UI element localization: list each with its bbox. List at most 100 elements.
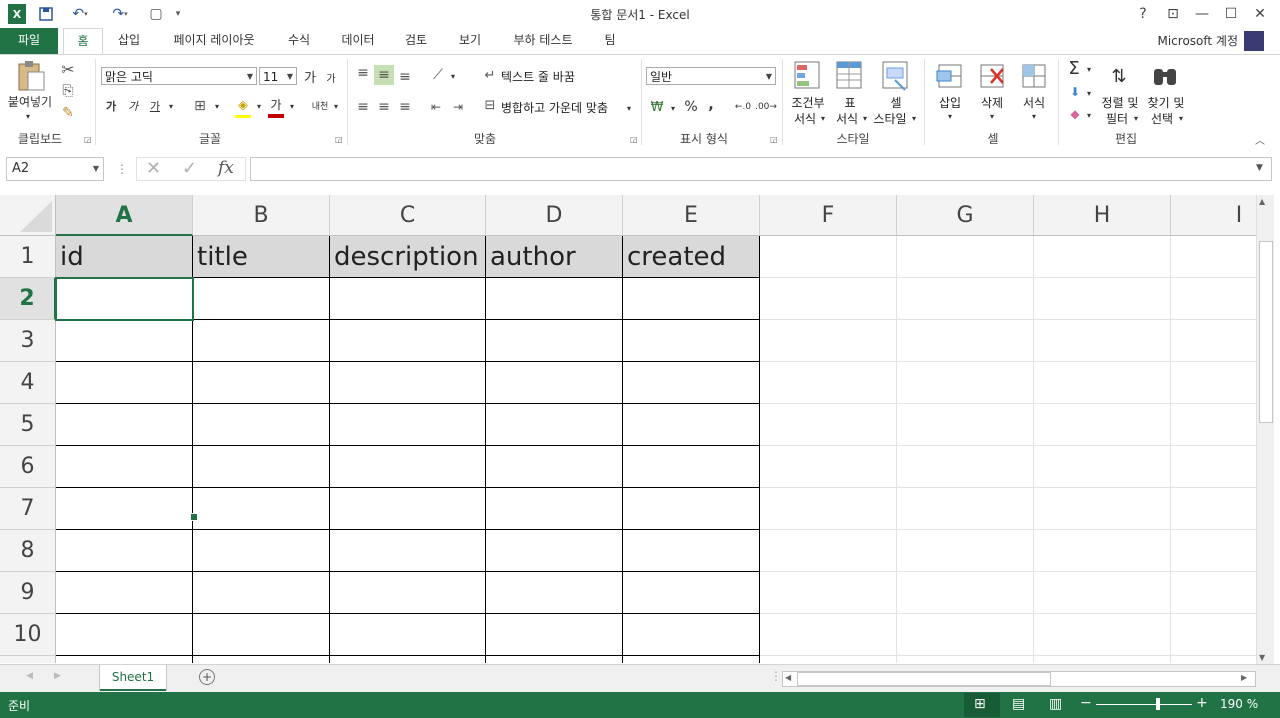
cell-b5[interactable] [193,404,330,446]
cell-g4[interactable] [897,362,1034,404]
conditional-format-label-2[interactable]: 서식 [788,110,822,127]
cell-partial[interactable] [193,656,330,663]
cell-f10[interactable] [760,614,897,656]
cell-d10[interactable] [486,614,623,656]
cell-partial[interactable] [486,656,623,663]
cell-g3[interactable] [897,320,1034,362]
cell-f8[interactable] [760,530,897,572]
delete-cells-button[interactable]: 삭제 [976,94,1008,111]
clear-icon[interactable]: ◆ [1066,105,1084,123]
cell-partial[interactable] [56,656,193,663]
scroll-down-icon[interactable]: ▼ [1259,653,1265,662]
cell-e5[interactable] [623,404,760,446]
cell-i3[interactable] [1171,320,1256,362]
underline-button[interactable]: 가 [147,97,163,115]
fill-dropdown-icon[interactable]: ▾ [1084,87,1094,99]
align-right-icon[interactable]: ≡ [395,97,415,117]
fill-icon[interactable]: ⬇ [1066,83,1084,101]
tab-load-test[interactable]: 부하 테스트 [502,28,584,54]
decrease-indent-icon[interactable]: ⇤ [426,97,446,117]
row-header-8[interactable]: 8 [0,530,56,572]
cell-h7[interactable] [1034,488,1171,530]
cell-a2[interactable] [56,278,193,320]
merge-center-button[interactable]: 병합하고 가운데 맞춤 [501,99,608,116]
tab-split-icon[interactable]: ⋮ [770,669,782,683]
column-header-d[interactable]: D [486,195,623,236]
collapse-ribbon-icon[interactable]: ︿ [1252,133,1268,147]
scroll-left-icon[interactable]: ◀ [785,673,791,682]
cell-d1[interactable]: author [486,236,623,278]
cell-partial[interactable] [1034,656,1171,663]
cell-c2[interactable] [330,278,486,320]
cell-b10[interactable] [193,614,330,656]
cell-h10[interactable] [1034,614,1171,656]
minimize-button[interactable]: — [1191,4,1213,24]
cell-h8[interactable] [1034,530,1171,572]
row-header-2[interactable]: 2 [0,278,56,320]
cell-b7[interactable] [193,488,330,530]
cell-i10[interactable] [1171,614,1256,656]
cell-h5[interactable] [1034,404,1171,446]
cell-partial[interactable] [1171,656,1256,663]
cell-d6[interactable] [486,446,623,488]
number-launcher-icon[interactable]: ◲ [770,135,778,144]
spreadsheet-grid[interactable]: ABCDEFGHI 1 2 3 4 5 6 7 8 9 10 id title description… [0,195,1256,663]
sort-filter-dropdown-icon[interactable]: ▾ [1131,112,1141,124]
tab-review[interactable]: 검토 [396,28,436,54]
normal-view-icon[interactable]: ⊞ [974,696,986,712]
help-button[interactable]: ? [1132,4,1154,24]
row-header-4[interactable]: 4 [0,362,56,404]
cell-h2[interactable] [1034,278,1171,320]
insert-cells-button[interactable]: 삽입 [934,94,966,111]
sort-filter-label-2[interactable]: 필터 [1100,110,1134,127]
cell-b9[interactable] [193,572,330,614]
cell-g5[interactable] [897,404,1034,446]
cell-e9[interactable] [623,572,760,614]
cell-a9[interactable] [56,572,193,614]
borders-dropdown-icon[interactable]: ▾ [212,99,222,113]
orientation-icon[interactable]: ⟋ [428,65,448,85]
conditional-format-label-1[interactable]: 조건부 [788,94,828,111]
cell-e4[interactable] [623,362,760,404]
cell-d9[interactable] [486,572,623,614]
italic-button[interactable]: 가 [125,97,141,115]
tab-formulas[interactable]: 수식 [280,28,318,54]
comma-style-button[interactable]: , [704,95,718,115]
cell-e10[interactable] [623,614,760,656]
cell-b4[interactable] [193,362,330,404]
format-as-table-icon[interactable] [834,59,866,93]
column-header-h[interactable]: H [1034,195,1171,236]
ribbon-display-options-button[interactable]: ⊡ [1162,4,1184,24]
underline-dropdown-icon[interactable]: ▾ [166,99,176,113]
next-sheet-icon[interactable]: ▶ [54,671,61,681]
font-launcher-icon[interactable]: ◲ [335,135,343,144]
cell-i4[interactable] [1171,362,1256,404]
row-header-10[interactable]: 10 [0,614,56,656]
row-header-3[interactable]: 3 [0,320,56,362]
cell-a1[interactable]: id [56,236,193,278]
cell-g2[interactable] [897,278,1034,320]
percent-style-button[interactable]: % [682,97,700,117]
delete-cells-icon[interactable] [976,59,1008,93]
column-header-i[interactable]: I [1171,195,1256,236]
cell-f1[interactable] [760,236,897,278]
tab-team[interactable]: 팀 [598,28,622,54]
find-select-label-2[interactable]: 선택 [1144,110,1180,127]
paste-icon[interactable] [14,59,48,93]
font-name-combo[interactable]: 맑은 고딕 ▼ [101,67,257,85]
format-cells-icon[interactable] [1018,59,1050,93]
sheet-tab-sheet1[interactable]: Sheet1 [100,665,166,691]
insert-function-icon[interactable]: fx [218,158,234,178]
cell-styles-label-2[interactable]: 스타일 [870,110,910,127]
cell-d5[interactable] [486,404,623,446]
new-sheet-icon[interactable]: + [199,669,215,685]
cell-e1[interactable]: created [623,236,760,278]
cell-h6[interactable] [1034,446,1171,488]
wrap-text-icon[interactable]: ↵ [481,65,499,85]
cell-h9[interactable] [1034,572,1171,614]
row-header-5[interactable]: 5 [0,404,56,446]
accounting-dropdown-icon[interactable]: ▾ [668,101,678,115]
font-color-button[interactable]: 가 [268,95,284,113]
select-all-corner[interactable] [0,195,56,236]
row-header-1[interactable]: 1 [0,236,56,278]
